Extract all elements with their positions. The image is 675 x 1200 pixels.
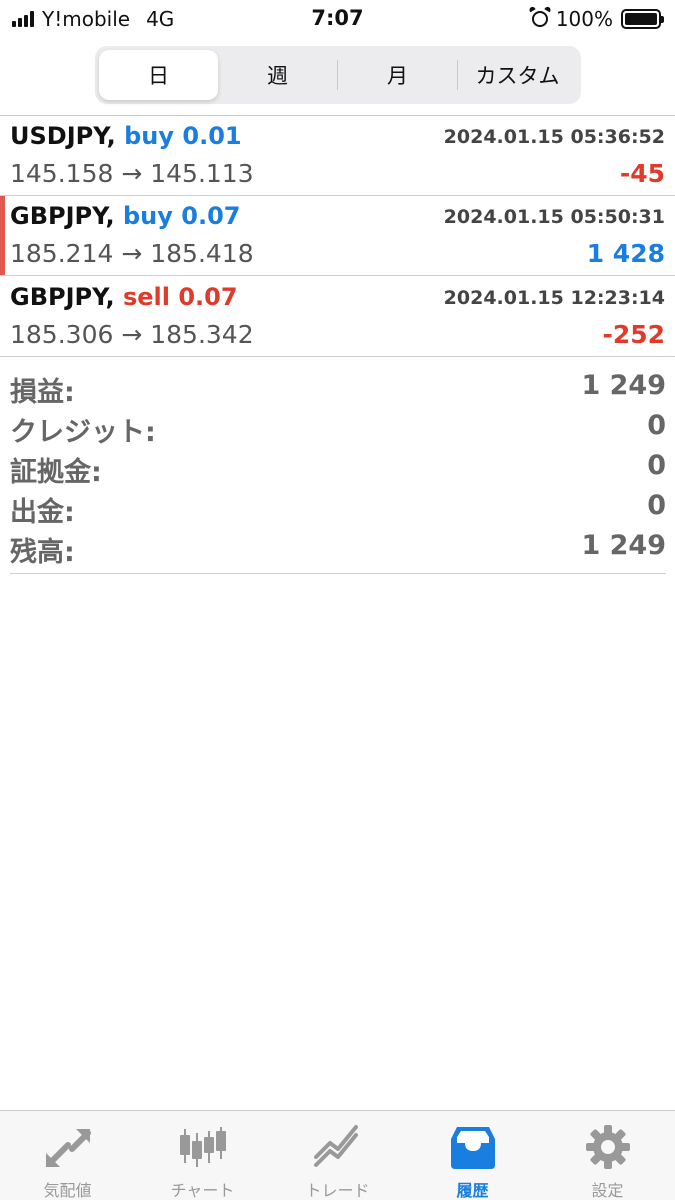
- period-segmented-control: 日 週 月 カスタム: [95, 46, 581, 104]
- trade-prices: 185.306 → 185.342: [10, 320, 254, 349]
- status-bar: Y!mobile 4G 7:07 100%: [0, 0, 675, 38]
- trade-profit: -252: [602, 320, 665, 349]
- trade-side: buy 0.01: [124, 122, 242, 150]
- tab-trade[interactable]: トレード: [270, 1111, 405, 1200]
- trade-datetime: 2024.01.15 12:23:14: [443, 287, 665, 309]
- battery-icon: [621, 9, 664, 29]
- summary-profit-row: 損益: 1 249: [10, 370, 666, 410]
- summary-label: 証拠金:: [10, 457, 102, 488]
- summary-credit-row: クレジット: 0: [10, 410, 666, 450]
- summary-value: 1 249: [581, 530, 666, 561]
- summary-label: クレジット:: [10, 417, 156, 448]
- tab-chart[interactable]: チャート: [135, 1111, 270, 1200]
- summary-label: 損益:: [10, 377, 75, 408]
- quotes-icon: [45, 1129, 91, 1167]
- divider: [0, 275, 675, 276]
- divider: [0, 356, 675, 357]
- tab-month[interactable]: 月: [338, 50, 457, 100]
- tab-label: チャート: [170, 1181, 235, 1200]
- status-right: 100%: [531, 7, 664, 31]
- account-summary: 損益: 1 249 クレジット: 0 証拠金: 0 出金: 0 残高: 1 24…: [10, 370, 666, 570]
- summary-label: 出金:: [10, 497, 75, 528]
- divider: [10, 573, 666, 574]
- tab-day[interactable]: 日: [99, 50, 218, 100]
- trade-row[interactable]: GBPJPY, sell 0.07 2024.01.15 12:23:14 18…: [0, 277, 675, 357]
- tab-history[interactable]: 履歴: [405, 1111, 540, 1200]
- trade-symbol: USDJPY, buy 0.01: [10, 122, 242, 150]
- summary-withdrawal-row: 出金: 0: [10, 490, 666, 530]
- tab-week[interactable]: 週: [218, 50, 337, 100]
- trade-datetime: 2024.01.15 05:36:52: [443, 126, 665, 148]
- tab-quotes[interactable]: 気配値: [0, 1111, 135, 1200]
- history-icon: [450, 1127, 495, 1169]
- trade-datetime: 2024.01.15 05:50:31: [443, 206, 665, 228]
- tab-label: 履歴: [456, 1181, 489, 1200]
- tab-label: 設定: [591, 1181, 624, 1200]
- trade-side: buy 0.07: [122, 202, 241, 230]
- chart-icon: [179, 1127, 226, 1167]
- trade-row[interactable]: USDJPY, buy 0.01 2024.01.15 05:36:52 145…: [0, 116, 675, 196]
- summary-margin-row: 証拠金: 0: [10, 450, 666, 490]
- trade-pair: GBPJPY,: [10, 283, 115, 311]
- tab-settings[interactable]: 設定: [540, 1111, 675, 1200]
- trade-row[interactable]: GBPJPY, buy 0.07 2024.01.15 05:50:31 185…: [0, 196, 675, 276]
- trade-prices: 185.214 → 185.418: [10, 239, 254, 268]
- trade-symbol: GBPJPY, buy 0.07: [10, 202, 240, 230]
- summary-label: 残高:: [10, 537, 75, 568]
- battery-percent: 100%: [555, 7, 613, 31]
- trade-symbol: GBPJPY, sell 0.07: [10, 283, 238, 311]
- trade-profit: 1 428: [586, 239, 665, 268]
- summary-value: 0: [647, 450, 666, 481]
- trade-side: sell 0.07: [122, 283, 238, 311]
- tab-custom[interactable]: カスタム: [458, 50, 577, 100]
- trade-icon: [313, 1125, 358, 1167]
- trade-profit: -45: [619, 159, 665, 188]
- bottom-tab-bar: 気配値 チャート トレード 履歴 設定: [0, 1110, 675, 1200]
- tab-label: トレード: [305, 1181, 370, 1200]
- summary-balance-row: 残高: 1 249: [10, 530, 666, 570]
- selected-row-marker: [0, 196, 5, 276]
- trade-pair: USDJPY,: [10, 122, 116, 150]
- trade-pair: GBPJPY,: [10, 202, 115, 230]
- alarm-icon: [531, 11, 548, 27]
- trade-prices: 145.158 → 145.113: [10, 159, 254, 188]
- tab-label: 気配値: [43, 1181, 92, 1200]
- summary-value: 0: [647, 410, 666, 441]
- summary-value: 1 249: [581, 370, 666, 401]
- summary-value: 0: [647, 490, 666, 521]
- settings-icon: [585, 1125, 630, 1169]
